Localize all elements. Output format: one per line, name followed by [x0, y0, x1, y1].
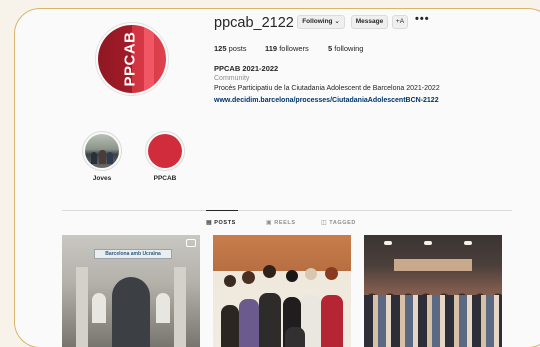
building-column [174, 267, 186, 347]
bio-name: PPCAB 2021-2022 [214, 64, 279, 73]
following-button-label: Following [302, 18, 333, 25]
chevron-down-icon: ⌄ [334, 18, 340, 25]
posts-count-label: posts [228, 44, 247, 53]
bio-description: Procés Participatiu de la Ciutadania Ado… [214, 85, 440, 92]
posts-count-value: 125 [214, 44, 227, 53]
crowd-bodies [364, 295, 502, 347]
instagram-profile-window: PPCAB ppcab_2122 Following ⌄ Message +A … [14, 8, 540, 347]
post-thumbnail[interactable] [364, 235, 502, 347]
wall-banner [394, 259, 472, 271]
tab-posts-label: POSTS [214, 220, 236, 226]
avatar-logo-text: PPCAB [121, 31, 139, 87]
post-thumbnail[interactable] [213, 235, 351, 347]
following-count-label: following [334, 44, 364, 53]
bio-category: Community [214, 75, 250, 82]
tagged-icon: ◫ [321, 220, 328, 226]
statue [156, 293, 170, 323]
building-doorway [112, 277, 150, 347]
bio-link[interactable]: www.decidim.barcelona/processes/Ciutadan… [214, 97, 439, 104]
highlight-cover-image [148, 134, 182, 168]
avatar-stripe [144, 25, 154, 93]
highlight-label: PPCAB [153, 175, 177, 182]
reels-icon: ▣ [266, 220, 273, 226]
highlight-label: Joves [92, 175, 112, 182]
more-options-icon[interactable]: ••• [415, 13, 430, 25]
tabs-divider [62, 210, 512, 211]
tab-reels[interactable]: ▣ REELS [266, 219, 296, 226]
carousel-icon [186, 239, 196, 247]
followers-count-label: followers [279, 44, 309, 53]
following-count-value: 5 [328, 44, 333, 53]
highlight-ring [145, 131, 185, 171]
post-thumbnail[interactable]: Barcelona amb Ucraïna [62, 235, 200, 347]
active-tab-indicator [206, 210, 238, 211]
following-button[interactable]: Following ⌄ [297, 15, 345, 29]
profile-username: ppcab_2122 [214, 15, 294, 31]
statue [92, 293, 106, 323]
profile-avatar[interactable]: PPCAB [95, 22, 169, 96]
highlight-cover-image [85, 134, 119, 168]
tab-posts[interactable]: ▦ POSTS [206, 219, 236, 226]
tab-tagged[interactable]: ◫ TAGGED [321, 219, 356, 226]
following-count[interactable]: 5 following [328, 44, 363, 53]
building-column [76, 267, 88, 347]
add-user-icon[interactable]: +A [392, 15, 408, 29]
grid-icon: ▦ [206, 220, 213, 226]
message-button[interactable]: Message [351, 15, 388, 29]
tab-reels-label: REELS [274, 220, 296, 226]
tab-tagged-label: TAGGED [329, 220, 357, 226]
highlight-joves[interactable]: Joves [82, 131, 122, 182]
highlight-ppcab[interactable]: PPCAB [145, 131, 185, 182]
post-sign-text: Barcelona amb Ucraïna [94, 249, 172, 259]
posts-count: 125 posts [214, 44, 247, 53]
avatar-image: PPCAB [98, 25, 166, 93]
followers-count-value: 119 [265, 44, 278, 53]
highlight-ring [82, 131, 122, 171]
followers-count[interactable]: 119 followers [265, 44, 309, 53]
